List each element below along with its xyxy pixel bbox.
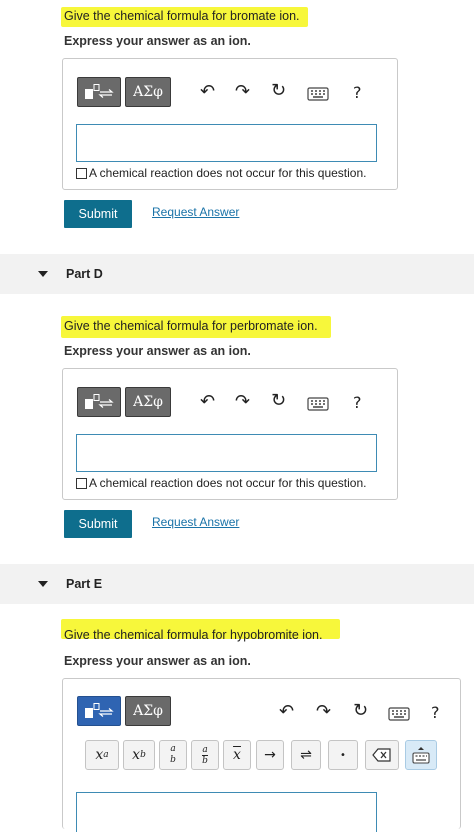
fraction-denominator: b <box>170 755 176 765</box>
undo-icon[interactable]: ↶ <box>200 392 215 412</box>
part-d-title: Part D <box>66 267 103 281</box>
part-c-submit-button[interactable]: Submit <box>64 200 132 228</box>
templates-button[interactable] <box>77 387 121 417</box>
part-d-no-reaction[interactable]: A chemical reaction does not occur for t… <box>76 476 366 490</box>
keyboard-icon[interactable] <box>307 87 329 101</box>
no-reaction-label: A chemical reaction does not occur for t… <box>89 476 367 490</box>
part-c-express: Express your answer as an ion. <box>64 34 251 48</box>
part-d-answer-input[interactable] <box>76 434 377 472</box>
no-reaction-checkbox[interactable] <box>76 477 87 489</box>
superscript-base: x <box>95 747 104 763</box>
part-c-toolbar: ΑΣφ <box>77 77 171 107</box>
redo-icon[interactable]: ↷ <box>316 702 331 722</box>
reset-icon[interactable]: ↻ <box>271 391 286 411</box>
math-button-row: xa xb a b a b x → ⇌ • <box>85 740 457 772</box>
templates-button[interactable] <box>77 696 121 726</box>
part-e-prompt: Give the chemical formula for hypobromit… <box>64 628 323 642</box>
templates-icon <box>85 703 114 718</box>
collapse-triangle-icon[interactable] <box>38 271 48 277</box>
part-e-answer-panel: ΑΣφ ↶ ↷ ↻ ? xa xb a b a b x → ⇌ • <box>62 678 461 832</box>
equilibrium-arrow-button[interactable]: ⇌ <box>291 740 321 770</box>
templates-button[interactable] <box>77 77 121 107</box>
no-reaction-checkbox[interactable] <box>76 167 87 179</box>
part-c-prompt: Give the chemical formula for bromate io… <box>64 9 300 23</box>
part-d-express: Express your answer as an ion. <box>64 344 251 358</box>
fraction-box-numerator: a <box>202 744 208 756</box>
fraction-box-button[interactable]: a b <box>191 740 219 770</box>
undo-icon[interactable]: ↶ <box>279 702 294 722</box>
fraction-box-denominator: b <box>202 755 208 766</box>
part-c-answer-input[interactable] <box>76 124 377 162</box>
part-e-header[interactable]: Part E <box>0 564 474 604</box>
overline-button[interactable]: x <box>223 740 251 770</box>
undo-icon[interactable]: ↶ <box>200 82 215 102</box>
backspace-icon <box>372 748 391 762</box>
keyboard-icon[interactable] <box>307 397 329 411</box>
redo-icon[interactable]: ↷ <box>235 82 250 102</box>
fraction-button[interactable]: a b <box>159 740 187 770</box>
part-d-submit-button[interactable]: Submit <box>64 510 132 538</box>
superscript-exp: a <box>103 750 109 760</box>
templates-icon <box>85 84 114 99</box>
fraction-numerator: a <box>170 744 176 754</box>
part-e-answer-input[interactable] <box>76 792 377 832</box>
overline-label: x <box>233 747 241 763</box>
subscript-button[interactable]: xb <box>123 740 155 770</box>
show-keyboard-button[interactable] <box>405 740 437 770</box>
subscript-sub: b <box>140 750 146 760</box>
reset-icon[interactable]: ↻ <box>353 701 368 721</box>
part-e-toolbar: ΑΣφ <box>77 696 171 726</box>
subscript-base: x <box>132 747 141 763</box>
reaction-arrow-button[interactable]: → <box>256 740 284 770</box>
part-c-answer-panel: ΑΣφ ↶ ↷ ↻ ? A chemical reaction does not… <box>62 58 398 190</box>
part-d-header[interactable]: Part D <box>0 254 474 294</box>
part-d-answer-panel: ΑΣφ ↶ ↷ ↻ ? A chemical reaction does not… <box>62 368 398 500</box>
greek-symbols-button[interactable]: ΑΣφ <box>125 77 171 107</box>
reset-icon[interactable]: ↻ <box>271 81 286 101</box>
part-e-title: Part E <box>66 577 103 591</box>
greek-symbols-button[interactable]: ΑΣφ <box>125 387 171 417</box>
part-d-toolbar: ΑΣφ <box>77 387 171 417</box>
redo-icon[interactable]: ↷ <box>235 392 250 412</box>
greek-symbols-button[interactable]: ΑΣφ <box>125 696 171 726</box>
help-icon[interactable]: ? <box>353 393 362 413</box>
part-c-no-reaction[interactable]: A chemical reaction does not occur for t… <box>76 166 366 180</box>
keyboard-toggle-icon <box>412 747 430 764</box>
help-icon[interactable]: ? <box>431 703 440 723</box>
collapse-triangle-icon[interactable] <box>38 581 48 587</box>
no-reaction-label: A chemical reaction does not occur for t… <box>89 166 367 180</box>
backspace-button[interactable] <box>365 740 399 770</box>
part-e-express: Express your answer as an ion. <box>64 654 251 668</box>
dot-button[interactable]: • <box>328 740 358 770</box>
keyboard-icon[interactable] <box>388 707 410 721</box>
part-d-prompt: Give the chemical formula for perbromate… <box>64 319 318 333</box>
part-d-request-answer-link[interactable]: Request Answer <box>152 515 239 529</box>
help-icon[interactable]: ? <box>353 83 362 103</box>
templates-icon <box>85 394 114 409</box>
superscript-button[interactable]: xa <box>85 740 119 770</box>
part-c-request-answer-link[interactable]: Request Answer <box>152 205 239 219</box>
